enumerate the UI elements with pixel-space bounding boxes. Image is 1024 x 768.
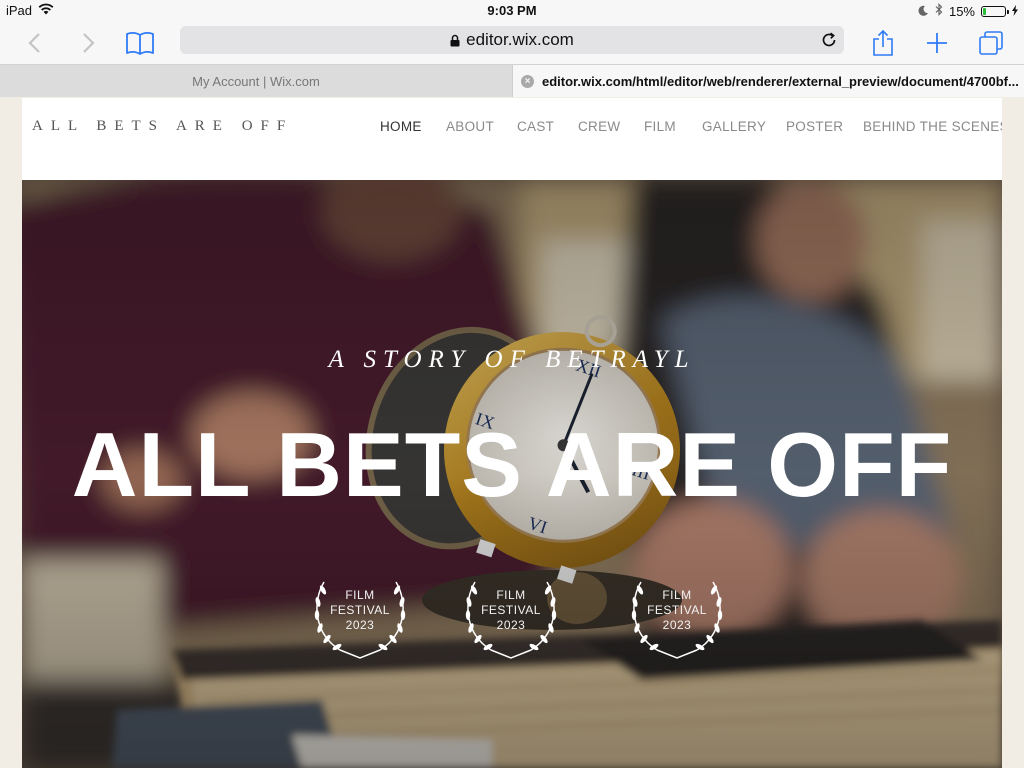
- nav-crew[interactable]: CREW: [578, 119, 620, 134]
- clock: 9:03 PM: [487, 3, 537, 18]
- chevron-left-icon: [28, 33, 40, 53]
- festival-laurel: FILM FESTIVAL 2023: [310, 578, 420, 668]
- status-bar: iPad 9:03 PM 15%: [0, 0, 1024, 22]
- nav-cast[interactable]: CAST: [517, 119, 554, 134]
- reload-icon[interactable]: [820, 31, 838, 54]
- share-icon: [873, 29, 893, 56]
- battery-level: [983, 7, 986, 15]
- status-right: 15%: [918, 3, 1018, 19]
- battery-percent: 15%: [948, 3, 975, 19]
- laurel-line: FESTIVAL: [647, 603, 707, 617]
- book-icon: [126, 32, 154, 55]
- nav-gallery[interactable]: GALLERY: [702, 119, 766, 134]
- nav-poster[interactable]: POSTER: [786, 119, 843, 134]
- nav-behind-the-scenes[interactable]: BEHIND THE SCENES: [863, 119, 1002, 134]
- laurel-line: FESTIVAL: [481, 603, 541, 617]
- tab-label: My Account | Wix.com: [192, 73, 320, 89]
- festival-laurel: FILM FESTIVAL 2023: [461, 578, 571, 668]
- tab-close-icon[interactable]: ×: [521, 74, 534, 88]
- hero-section: XII VI III IX A STORY OF BETRAYL ALL BET…: [22, 180, 1002, 768]
- laurel-line: FILM: [662, 588, 692, 602]
- tabs-overview-button[interactable]: [976, 22, 1006, 64]
- charging-icon: [1012, 4, 1018, 19]
- back-button[interactable]: [20, 22, 50, 64]
- laurel-text: FILM FESTIVAL 2023: [461, 588, 561, 633]
- laurel-line: 2023: [496, 618, 526, 632]
- site-header: ALL BETS ARE OFF HOME ABOUT CAST CREW FI…: [22, 98, 1002, 180]
- battery-icon: [981, 5, 1009, 17]
- plus-icon: [927, 33, 947, 53]
- laurel-line: FILM: [496, 588, 526, 602]
- laurel-line: FESTIVAL: [330, 603, 390, 617]
- tab-label: editor.wix.com/html/editor/web/renderer/…: [542, 73, 1019, 89]
- laurel-line: 2023: [345, 618, 375, 632]
- new-tab-button[interactable]: [922, 22, 952, 64]
- tab-editor-preview[interactable]: × editor.wix.com/html/editor/web/rendere…: [512, 65, 1024, 97]
- tab-strip: My Account | Wix.com × editor.wix.com/ht…: [0, 64, 1024, 97]
- tab-my-account[interactable]: My Account | Wix.com: [0, 65, 512, 97]
- moon-icon: [918, 4, 929, 19]
- festival-laurel: FILM FESTIVAL 2023: [627, 578, 737, 668]
- lock-icon: [450, 34, 460, 46]
- share-button[interactable]: [868, 22, 898, 64]
- laurel-line: FILM: [345, 588, 375, 602]
- chevron-right-icon: [83, 33, 95, 53]
- address-bar[interactable]: editor.wix.com: [180, 26, 844, 54]
- nav-home[interactable]: HOME: [380, 119, 422, 134]
- site-preview: ALL BETS ARE OFF HOME ABOUT CAST CREW FI…: [22, 98, 1002, 768]
- hero-title: ALL BETS ARE OFF: [71, 415, 953, 516]
- nav-about[interactable]: ABOUT: [446, 119, 494, 134]
- bluetooth-icon: [935, 3, 943, 19]
- laurel-line: 2023: [662, 618, 692, 632]
- site-nav: HOME ABOUT CAST CREW FILM GALLERY POSTER…: [22, 119, 1002, 139]
- address-text: editor.wix.com: [180, 26, 844, 54]
- forward-button[interactable]: [73, 22, 103, 64]
- tabs-icon: [979, 31, 1003, 55]
- nav-film[interactable]: FILM: [644, 119, 676, 134]
- url-label: editor.wix.com: [466, 30, 574, 49]
- laurel-text: FILM FESTIVAL 2023: [310, 588, 410, 633]
- browser-toolbar: editor.wix.com: [0, 22, 1024, 64]
- hero-tagline: A STORY OF BETRAYL: [328, 346, 696, 373]
- bookmarks-button[interactable]: [124, 22, 156, 64]
- laurel-text: FILM FESTIVAL 2023: [627, 588, 727, 633]
